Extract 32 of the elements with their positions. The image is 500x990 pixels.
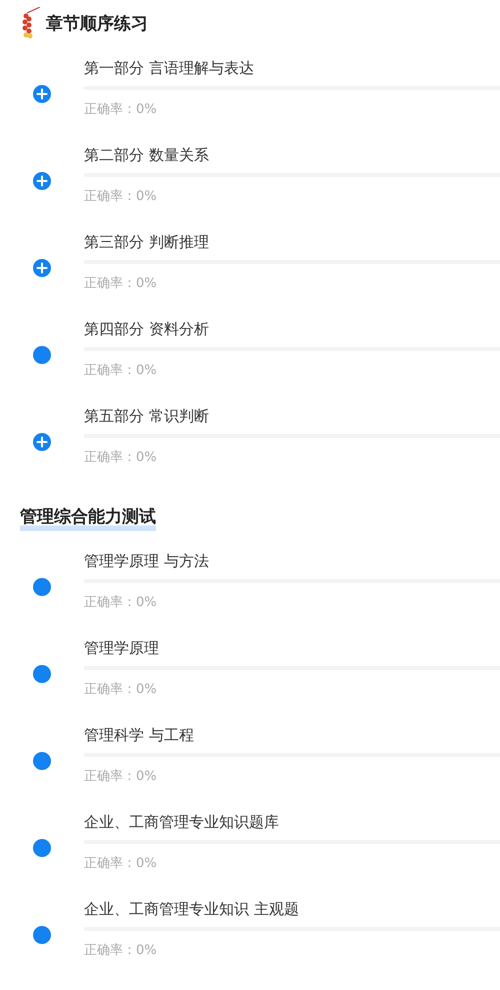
expand-icon[interactable] [33, 172, 51, 190]
accuracy-label: 正确率：0% [84, 449, 158, 467]
accuracy-label: 正确率：0% [84, 594, 158, 612]
chapter-title[interactable]: 第三部分 判断推理 [84, 232, 500, 252]
chapter-title[interactable]: 企业、工商管理专业知识 主观题 [84, 899, 500, 919]
dot-icon [33, 346, 51, 364]
chapter-title[interactable]: 管理学原理 [84, 638, 500, 658]
dot-icon [33, 578, 51, 596]
dot-icon [33, 926, 51, 944]
expand-icon[interactable] [33, 84, 51, 102]
accuracy-label: 正确率：0% [84, 768, 158, 786]
accuracy-label: 正确率：0% [84, 188, 158, 206]
chapter-title[interactable]: 管理科学 与工程 [84, 725, 500, 745]
expand-icon[interactable] [33, 258, 51, 276]
chapter-title[interactable]: 第二部分 数量关系 [84, 145, 500, 165]
accuracy-label: 正确率：0% [84, 275, 158, 293]
chapter-title[interactable]: 第五部分 常识判断 [84, 406, 500, 426]
accuracy-label: 正确率：0% [84, 942, 158, 960]
chapter-title[interactable]: 第一部分 言语理解与表达 [84, 58, 500, 78]
accuracy-label: 正确率：0% [84, 362, 158, 380]
section-title: 章节顺序练习 [46, 13, 148, 36]
chapter-title[interactable]: 第四部分 资料分析 [84, 319, 500, 339]
chapter-title[interactable]: 企业、工商管理专业知识题库 [84, 812, 500, 832]
dot-icon [33, 664, 51, 682]
accuracy-label: 正确率：0% [84, 855, 158, 873]
accuracy-label: 正确率：0% [84, 681, 158, 699]
section-title: 管理综合能力测试 [20, 505, 156, 531]
accuracy-label: 正确率：0% [84, 101, 158, 119]
dot-icon [33, 752, 51, 770]
dot-icon [33, 838, 51, 856]
chapter-title[interactable]: 管理学原理 与方法 [84, 551, 500, 571]
expand-icon[interactable] [33, 432, 51, 450]
